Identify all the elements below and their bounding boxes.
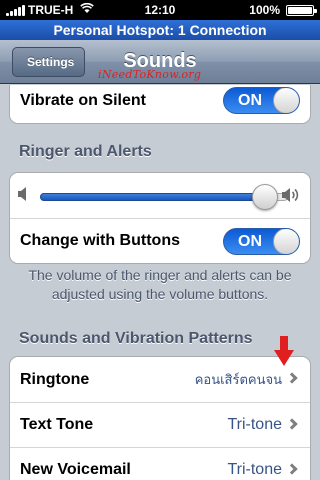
hotspot-banner[interactable]: Personal Hotspot: 1 Connection [0, 20, 320, 40]
switch-state-label: ON [238, 92, 262, 109]
status-bar: TRUE-H 12:10 100% [0, 0, 320, 20]
sounds-patterns-header: Sounds and Vibration Patterns [19, 330, 253, 347]
ringer-alerts-header: Ringer and Alerts [19, 143, 152, 160]
ringtone-label: Ringtone [20, 370, 90, 388]
ringer-group: Change with Buttons ON [9, 172, 311, 264]
new-voicemail-value: Tri-tone [227, 461, 282, 478]
watermark: iNeedToKnow.org [98, 68, 202, 81]
vibrate-on-silent-row: Vibrate on Silent ON [10, 85, 310, 123]
vibrate-on-silent-switch[interactable]: ON [223, 87, 300, 114]
ringer-footer-line-1: The volume of the ringer and alerts can … [28, 267, 292, 283]
new-voicemail-label: New Voicemail [20, 461, 131, 478]
patterns-group: Ringtone คอนเสิร์ตคนจน Text Tone Tri-ton… [9, 356, 311, 480]
volume-slider[interactable] [40, 184, 288, 210]
text-tone-label: Text Tone [20, 416, 94, 433]
chevron-right-icon [286, 463, 298, 475]
ringtone-value: คอนเสิร์ตคนจน [194, 372, 282, 387]
battery-icon [286, 5, 317, 16]
text-tone-row[interactable]: Text Tone Tri-tone [10, 402, 310, 447]
red-arrow-icon [274, 336, 294, 371]
ringer-footer-line-2: adjusted using the volume buttons. [51, 286, 269, 302]
volume-slider-row [10, 173, 310, 218]
chevron-right-icon [286, 372, 298, 384]
vibrate-group: Vibrate on Silent ON [9, 85, 311, 124]
change-with-buttons-row: Change with Buttons ON [10, 218, 310, 263]
speaker-high-icon [282, 187, 300, 208]
navigation-bar: Settings Sounds iNeedToKnow.org [0, 40, 320, 84]
switch-knob [273, 88, 299, 113]
battery-percentage: 100% [249, 3, 280, 17]
chevron-right-icon [286, 418, 298, 430]
volume-slider-fill [40, 193, 266, 201]
speaker-low-icon [18, 187, 28, 206]
settings-content[interactable]: Vibrate on Silent ON Ringer and Alerts C… [0, 85, 320, 480]
ringer-footer-text: The volume of the ringer and alerts can … [18, 266, 302, 304]
ringtone-row[interactable]: Ringtone คอนเสิร์ตคนจน [10, 357, 310, 402]
switch-knob [273, 229, 299, 254]
switch-state-label: ON [238, 233, 262, 250]
volume-slider-thumb[interactable] [251, 184, 278, 210]
text-tone-value: Tri-tone [227, 416, 282, 433]
new-voicemail-row[interactable]: New Voicemail Tri-tone [10, 447, 310, 480]
change-with-buttons-switch[interactable]: ON [223, 228, 300, 255]
